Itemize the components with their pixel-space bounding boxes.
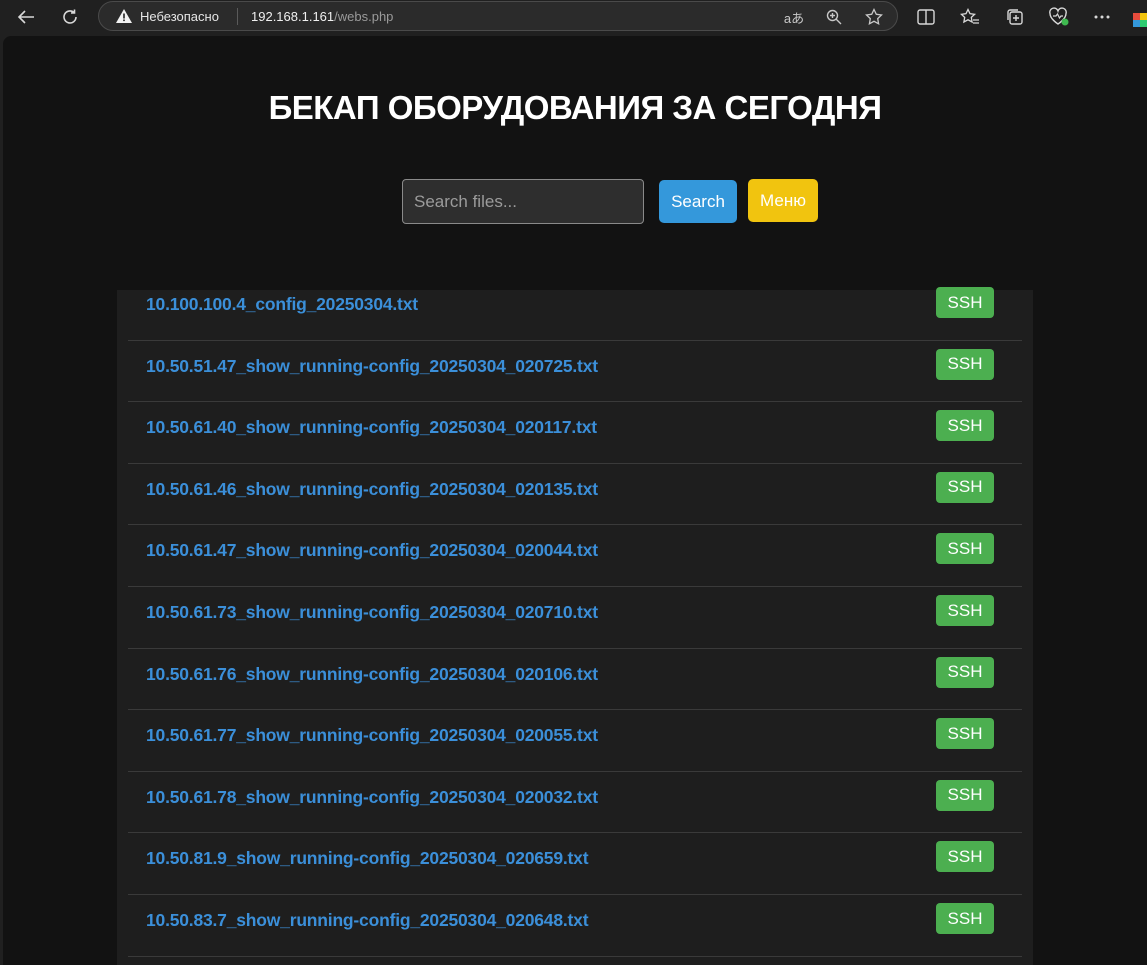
security-status-label[interactable]: Небезопасно	[140, 9, 219, 24]
warning-icon[interactable]	[115, 8, 133, 24]
ssh-button[interactable]: SSH	[936, 841, 994, 873]
file-row: 10.50.61.73_show_running-config_20250304…	[128, 587, 1022, 649]
file-link[interactable]: 10.100.100.4_config_20250304.txt	[146, 294, 418, 315]
file-link[interactable]: 10.50.61.73_show_running-config_20250304…	[146, 602, 598, 623]
menu-button[interactable]: Меню	[748, 179, 818, 222]
ssh-button[interactable]: SSH	[936, 471, 994, 503]
browser-essentials-icon[interactable]	[1045, 4, 1073, 30]
file-link[interactable]: 10.50.51.47_show_running-config_20250304…	[146, 356, 598, 377]
file-link[interactable]: 10.50.61.77_show_running-config_20250304…	[146, 725, 598, 746]
ssh-button[interactable]: SSH	[936, 718, 994, 750]
file-list: 10.100.100.4_config_20250304.txt SSH 10.50…	[117, 287, 1033, 965]
file-row: 10.50.61.78_show_running-config_20250304…	[128, 772, 1022, 834]
ssh-button[interactable]: SSH	[936, 595, 994, 626]
file-row: 10.50.61.40_show_running-config_20250304…	[128, 402, 1022, 464]
file-row: 10.100.100.4_config_20250304.txt SSH	[128, 279, 1022, 341]
read-aloud-icon[interactable]: aあ	[783, 6, 805, 28]
more-menu-icon[interactable]	[1088, 4, 1116, 30]
file-row: 10.50.61.77_show_running-config_20250304…	[128, 710, 1022, 772]
file-row: 10.50.61.47_show_running-config_20250304…	[128, 525, 1022, 587]
split-screen-icon[interactable]	[912, 4, 940, 30]
ssh-button[interactable]: SSH	[936, 533, 994, 565]
ssh-button[interactable]: SSH	[936, 656, 994, 688]
address-bar[interactable]: Небезопасно 192.168.1.161/webs.php aあ	[98, 1, 898, 31]
back-arrow-icon[interactable]	[12, 4, 40, 30]
ssh-button[interactable]: SSH	[936, 287, 994, 318]
search-button[interactable]: Search	[659, 180, 737, 223]
url-host: 192.168.1.161	[251, 9, 335, 24]
url-text[interactable]: 192.168.1.161/webs.php	[251, 9, 393, 24]
file-link[interactable]: 10.50.61.47_show_running-config_20250304…	[146, 540, 598, 561]
browser-toolbar: Небезопасно 192.168.1.161/webs.php aあ	[0, 0, 1147, 36]
search-input[interactable]	[402, 179, 644, 224]
read-aloud-glyph: aあ	[783, 10, 805, 26]
ssh-button[interactable]: SSH	[936, 410, 994, 442]
favorite-star-icon[interactable]	[863, 6, 885, 28]
ssh-button[interactable]: SSH	[936, 348, 994, 380]
file-row: 10.50.81.9_show_running-config_20250304_…	[128, 833, 1022, 895]
page-content: БЕКАП ОБОРУДОВАНИЯ ЗА СЕГОДНЯ Search Мен…	[3, 36, 1147, 965]
ssh-button[interactable]: SSH	[936, 779, 994, 811]
file-link[interactable]: 10.50.81.9_show_running-config_20250304_…	[146, 848, 589, 869]
zoom-icon[interactable]	[823, 6, 845, 28]
file-row: 10.50.61.76_show_running-config_20250304…	[128, 649, 1022, 711]
address-separator	[237, 8, 238, 25]
file-link[interactable]: 10.50.61.78_show_running-config_20250304…	[146, 787, 598, 808]
favorites-icon[interactable]	[956, 4, 984, 30]
refresh-icon[interactable]	[56, 4, 84, 30]
page-title: БЕКАП ОБОРУДОВАНИЯ ЗА СЕГОДНЯ	[268, 89, 882, 126]
file-link[interactable]: 10.50.61.40_show_running-config_20250304…	[146, 417, 597, 438]
file-link[interactable]: 10.50.83.7_show_running-config_20250304_…	[146, 910, 589, 931]
file-link[interactable]: 10.50.61.76_show_running-config_20250304…	[146, 664, 598, 685]
file-row: 10.50.83.7_show_running-config_20250304_…	[128, 895, 1022, 957]
ssh-button[interactable]: SSH	[936, 903, 994, 934]
collections-icon[interactable]	[1001, 4, 1029, 30]
file-row: 10.50.61.46_show_running-config_20250304…	[128, 464, 1022, 526]
file-row: 10.50.51.47_show_running-config_20250304…	[128, 341, 1022, 403]
file-link[interactable]: 10.50.61.46_show_running-config_20250304…	[146, 479, 598, 500]
url-path: /webs.php	[334, 9, 394, 24]
copilot-icon[interactable]	[1133, 13, 1147, 27]
